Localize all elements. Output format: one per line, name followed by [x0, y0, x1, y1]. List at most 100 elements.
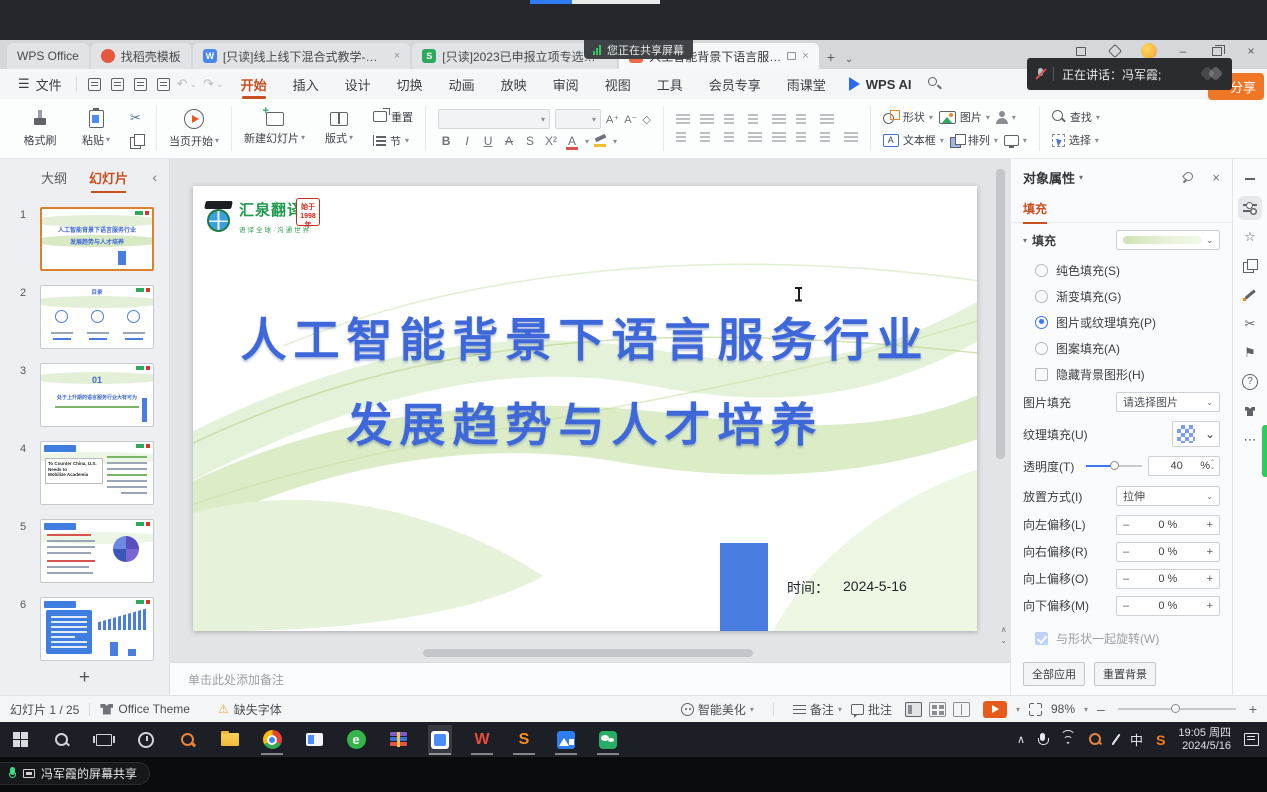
paste-button[interactable]: 粘贴▾ [74, 110, 118, 148]
fit-slide-icon[interactable] [1029, 703, 1042, 716]
taskbar-browser-360[interactable]: e [344, 725, 368, 755]
smart-beautify-button[interactable]: 智能美化 ▾ [681, 701, 754, 718]
taskbar-search[interactable] [50, 725, 74, 755]
fill-preview-dropdown[interactable]: ⌄ [1116, 230, 1220, 250]
star-rail-icon[interactable]: ☆ [1242, 229, 1258, 245]
start-button[interactable] [8, 725, 32, 755]
vertical-scrollbar[interactable] [996, 165, 1005, 627]
zoom-percent[interactable]: 98% [1051, 702, 1075, 716]
arrange-button[interactable]: 排列▾ [950, 132, 998, 148]
zoom-out-button[interactable]: – [1097, 701, 1105, 717]
account-avatar[interactable] [1141, 43, 1157, 59]
pin-icon[interactable] [1182, 171, 1194, 183]
redo-dropdown-icon[interactable]: ⌄ [216, 79, 224, 90]
file-menu[interactable]: ☰ 文件 [10, 75, 70, 94]
menu-tab-view[interactable]: 视图 [592, 69, 644, 99]
taskbar-chrome[interactable] [260, 725, 284, 755]
reading-view-button[interactable] [953, 702, 970, 717]
screen-share-owner-pill[interactable]: 冯军霞的屏幕共享 [0, 762, 150, 785]
panel-title-dropdown-icon[interactable]: ▾ [1079, 173, 1083, 182]
transparency-spinner[interactable]: ⌃ ⌄ [1210, 461, 1215, 471]
outline-tab[interactable]: 大纲 [41, 168, 67, 187]
tab-docer-templates[interactable]: 找稻壳模板 [91, 43, 191, 69]
properties-rail-icon[interactable] [1238, 196, 1262, 220]
cut-rail-icon[interactable]: ✂ [1242, 316, 1258, 332]
font-color-button[interactable]: A [564, 134, 580, 148]
taskbar-archiver[interactable] [386, 725, 410, 755]
slideshow-play-button[interactable] [983, 701, 1007, 718]
play-options-dropdown-icon[interactable]: ▾ [1016, 705, 1020, 714]
plus-button[interactable]: + [1207, 546, 1213, 558]
increase-font-icon[interactable]: A⁺ [606, 113, 619, 126]
line-spacing-icon[interactable] [796, 132, 810, 143]
avatar-insert-button[interactable]: ▾ [996, 111, 1016, 124]
next-slide-button[interactable]: ⌄ [1000, 636, 1007, 645]
theme-indicator[interactable]: Office Theme [100, 702, 190, 716]
paragraph-settings-icon[interactable] [844, 132, 858, 143]
zoom-dropdown-icon[interactable]: ▾ [1084, 705, 1088, 714]
clear-format-icon[interactable]: ◇ [642, 113, 650, 126]
horizontal-scroll-thumb[interactable] [423, 649, 753, 657]
edit-rail-icon[interactable] [1242, 287, 1258, 303]
paragraph-spacing-icon[interactable] [820, 132, 834, 143]
strikethrough-button[interactable]: A [501, 134, 517, 148]
menu-tab-member[interactable]: 会员专享 [696, 69, 774, 99]
fill-tab[interactable]: 填充 [1023, 200, 1047, 217]
minimize-button[interactable]: – [1175, 43, 1191, 59]
zoom-slider-knob[interactable] [1171, 704, 1180, 713]
search-icon[interactable] [928, 77, 942, 91]
fill-section-caret[interactable]: ▾ [1023, 236, 1027, 245]
picture-fill-radio[interactable] [1035, 316, 1048, 329]
layers-rail-icon[interactable] [1242, 258, 1258, 274]
notes-button[interactable]: 备注 ▾ [793, 701, 842, 718]
italic-button[interactable]: I [459, 134, 475, 148]
menu-tab-transition[interactable]: 切换 [384, 69, 436, 99]
menu-tab-slideshow[interactable]: 放映 [488, 69, 540, 99]
slide-thumbnail-3[interactable]: 3 01 处于上升期的语言服务行业大有可为 [40, 363, 154, 427]
taskbar-app-search-tool[interactable] [176, 725, 200, 755]
plus-button[interactable]: + [1207, 519, 1213, 531]
menu-tab-tools[interactable]: 工具 [644, 69, 696, 99]
slides-tab[interactable]: 幻灯片 [89, 168, 128, 187]
transparency-input[interactable]: 40 % ⌃ ⌄ [1148, 456, 1220, 476]
tray-microphone-icon[interactable] [1038, 733, 1047, 747]
cut-icon[interactable]: ✂ [130, 110, 144, 126]
reset-background-button[interactable]: 重置背景 [1094, 662, 1156, 686]
close-tab-icon[interactable]: × [394, 50, 400, 62]
taskbar-active-app[interactable] [428, 725, 452, 755]
wifi-icon[interactable] [1060, 734, 1076, 746]
align-center-icon[interactable] [700, 132, 714, 143]
texture-dropdown[interactable]: ⌄ [1172, 421, 1220, 447]
collapse-rail-icon[interactable] [1242, 171, 1258, 187]
tab-writer-doc[interactable]: W [只读]线上线下混合式教学-英文版 × [193, 43, 410, 69]
align-right-icon[interactable] [724, 132, 738, 143]
save-icon[interactable] [88, 78, 101, 91]
spin-down-icon[interactable]: ⌄ [1210, 466, 1215, 471]
help-rail-icon[interactable]: ? [1242, 374, 1258, 390]
notes-bar[interactable]: 单击此处添加备注 [170, 662, 1010, 695]
offset-right-stepper[interactable]: – 0 % + [1116, 542, 1220, 562]
bullet-list-icon[interactable] [676, 114, 690, 125]
taskbar-wps[interactable]: W [470, 725, 494, 755]
select-button[interactable]: 选择▾ [1052, 132, 1099, 148]
decrease-indent-icon[interactable] [724, 114, 738, 125]
bold-button[interactable]: B [438, 134, 454, 148]
font-name-combo[interactable]: ▾ [438, 109, 550, 129]
redo-icon[interactable]: ↷ [203, 76, 214, 92]
copy-icon[interactable] [130, 134, 144, 148]
tray-expand-icon[interactable]: ∧ [1017, 733, 1025, 746]
menu-tab-home[interactable]: 开始 [228, 69, 280, 99]
justify-icon[interactable] [748, 132, 762, 143]
picture-button[interactable]: 图片▾ [939, 109, 990, 125]
new-slide-button[interactable]: 新建幻灯片▾ [244, 112, 305, 146]
format-painter-button[interactable]: 格式刷 [18, 110, 62, 148]
numbered-list-icon[interactable] [700, 114, 714, 125]
distribute-icon[interactable] [772, 132, 786, 143]
gradient-fill-radio[interactable] [1035, 290, 1048, 303]
ime-indicator[interactable]: 中 [1130, 730, 1143, 749]
font-size-combo[interactable]: ▾ [555, 109, 601, 129]
slider-knob[interactable] [1110, 461, 1119, 470]
undo-dropdown-icon[interactable]: ⌄ [190, 79, 198, 90]
normal-view-button[interactable] [905, 702, 922, 717]
window-mode-icon[interactable] [1073, 43, 1089, 59]
